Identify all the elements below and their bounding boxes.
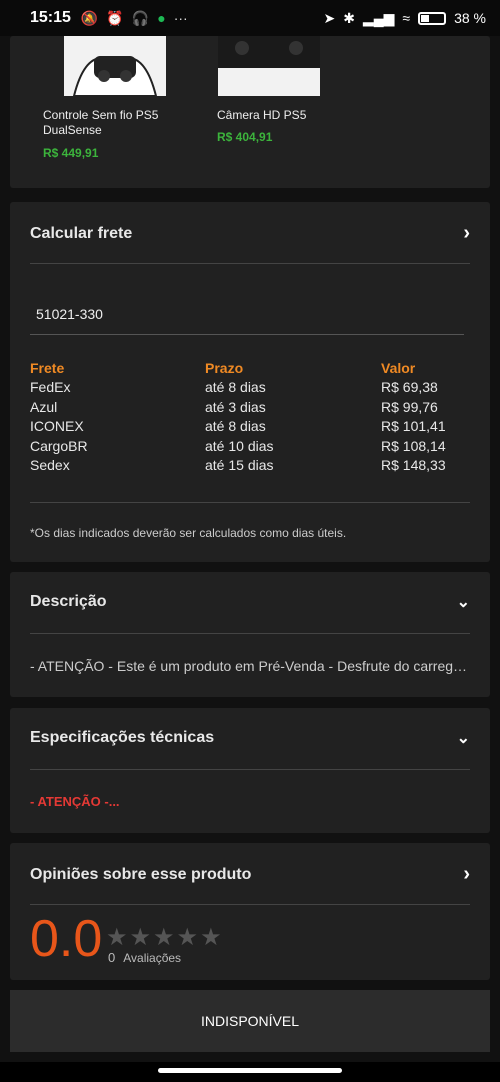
chevron-down-icon[interactable]: ⌄: [457, 728, 470, 748]
review-count-label: Avaliações: [123, 951, 182, 965]
specs-text: - ATENÇÃO -...: [30, 794, 120, 809]
description-section: Descrição ⌄ - ATENÇÃO - Este é um produt…: [10, 572, 490, 697]
product-name: Câmera HD PS5: [217, 108, 307, 122]
more-icon: ···: [173, 10, 188, 26]
review-count-number: 0: [108, 950, 116, 965]
product-card[interactable]: Controle Sem fio PS5 DualSense R$ 449,91: [10, 36, 166, 160]
table-row: FedEx até 8 dias R$ 69,38: [30, 378, 470, 398]
battery-icon: [418, 11, 447, 25]
carrier: FedEx: [30, 379, 71, 396]
deadline: até 8 dias: [205, 418, 266, 435]
carrier: Sedex: [30, 457, 70, 474]
description-text: - ATENÇÃO - Este é um produto em Pré-Ven…: [30, 658, 470, 674]
shipping-note: *Os dias indicados deverão ser calculado…: [30, 526, 347, 540]
shipping-section: Calcular frete › 51021-330 Frete Prazo V…: [10, 202, 490, 562]
signal-icon: ▂▄▆: [362, 9, 395, 26]
carrier: ICONEX: [30, 418, 84, 435]
product-image: [218, 36, 320, 96]
alarm-icon: ⏰: [106, 9, 124, 26]
product-name: Controle Sem fio PS5 DualSense: [43, 108, 159, 137]
product-price: R$ 404,91: [217, 130, 273, 144]
table-row: Sedex até 15 dias R$ 148,33: [30, 456, 470, 476]
spotify-icon: ●: [157, 10, 166, 26]
notification-icons: 🔕 ⏰ 🎧 ● ···: [81, 10, 188, 27]
reviews-section: Opiniões sobre esse produto › 0.0 ★★★★★ …: [10, 843, 490, 980]
home-handle[interactable]: [158, 1068, 342, 1073]
specs-section: Especificações técnicas ⌄ - ATENÇÃO -...: [10, 708, 490, 833]
rating-score: 0.0: [30, 910, 103, 968]
section-title: Descrição: [30, 593, 107, 610]
cep-underline: [30, 334, 464, 335]
description-header[interactable]: Descrição ⌄: [30, 592, 470, 612]
header-prazo: Prazo: [205, 359, 244, 376]
section-title: Calcular frete: [30, 224, 133, 242]
star-rating-icon: ★★★★★: [106, 924, 224, 951]
section-title: Especificações técnicas: [30, 729, 215, 746]
deadline: até 10 dias: [205, 437, 274, 454]
header-frete: Frete: [30, 359, 65, 376]
price: R$ 148,33: [381, 457, 446, 474]
status-bar: 15:15 🔕 ⏰ 🎧 ● ··· ➤ ✱ ▂▄▆ ≈ 38 %: [0, 0, 500, 36]
divider: [30, 502, 470, 503]
navigation-bar: [0, 1062, 500, 1082]
chevron-right-icon[interactable]: ›: [463, 863, 470, 886]
carrier: Azul: [30, 398, 58, 415]
wifi-icon: ≈: [402, 10, 411, 26]
deadline: até 15 dias: [205, 457, 274, 474]
location-icon: ➤: [323, 9, 336, 26]
bluetooth-icon: ✱: [343, 9, 355, 26]
price: R$ 101,41: [381, 418, 446, 435]
product-card[interactable]: Câmera HD PS5 R$ 404,91: [184, 36, 334, 144]
specs-header[interactable]: Especificações técnicas ⌄: [30, 728, 470, 748]
deadline: até 8 dias: [205, 379, 266, 396]
divider: [30, 633, 470, 634]
header-valor: Valor: [381, 359, 416, 376]
mute-icon: 🔕: [80, 9, 99, 26]
section-title: Opiniões sobre esse produto: [30, 865, 252, 883]
unavailable-button[interactable]: INDISPONÍVEL: [10, 990, 490, 1052]
price: R$ 99,76: [381, 398, 438, 415]
related-products: Controle Sem fio PS5 DualSense R$ 449,91…: [10, 36, 490, 188]
table-row: CargoBR até 10 dias R$ 108,14: [30, 436, 470, 456]
chevron-right-icon[interactable]: ›: [463, 222, 470, 245]
camera-icon: [218, 36, 320, 68]
cep-field[interactable]: 51021-330: [36, 306, 103, 322]
divider: [30, 263, 470, 264]
price: R$ 69,38: [381, 379, 438, 396]
shipping-table: Frete Prazo Valor FedEx até 8 dias R$ 69…: [30, 358, 470, 475]
price: R$ 108,14: [381, 437, 446, 454]
system-icons: ➤ ✱ ▂▄▆ ≈ 38 %: [323, 10, 486, 27]
table-row: Azul até 3 dias R$ 99,76: [30, 397, 470, 417]
status-time: 15:15: [30, 9, 71, 26]
chevron-down-icon[interactable]: ⌄: [457, 592, 470, 612]
product-price: R$ 449,91: [43, 146, 99, 160]
reviews-header[interactable]: Opiniões sobre esse produto ›: [30, 863, 470, 886]
deadline: até 3 dias: [205, 398, 266, 415]
controller-icon: [72, 56, 158, 96]
carrier: CargoBR: [30, 437, 88, 454]
battery-level: 38 %: [454, 10, 486, 26]
divider: [30, 769, 470, 770]
divider: [30, 904, 470, 905]
shipping-header[interactable]: Calcular frete ›: [30, 222, 470, 245]
review-count: 0 Avaliações: [108, 950, 181, 965]
table-row: ICONEX até 8 dias R$ 101,41: [30, 417, 470, 437]
product-image: [64, 36, 166, 96]
headphones-icon: 🎧: [131, 9, 150, 26]
table-header: Frete Prazo Valor: [30, 358, 470, 378]
